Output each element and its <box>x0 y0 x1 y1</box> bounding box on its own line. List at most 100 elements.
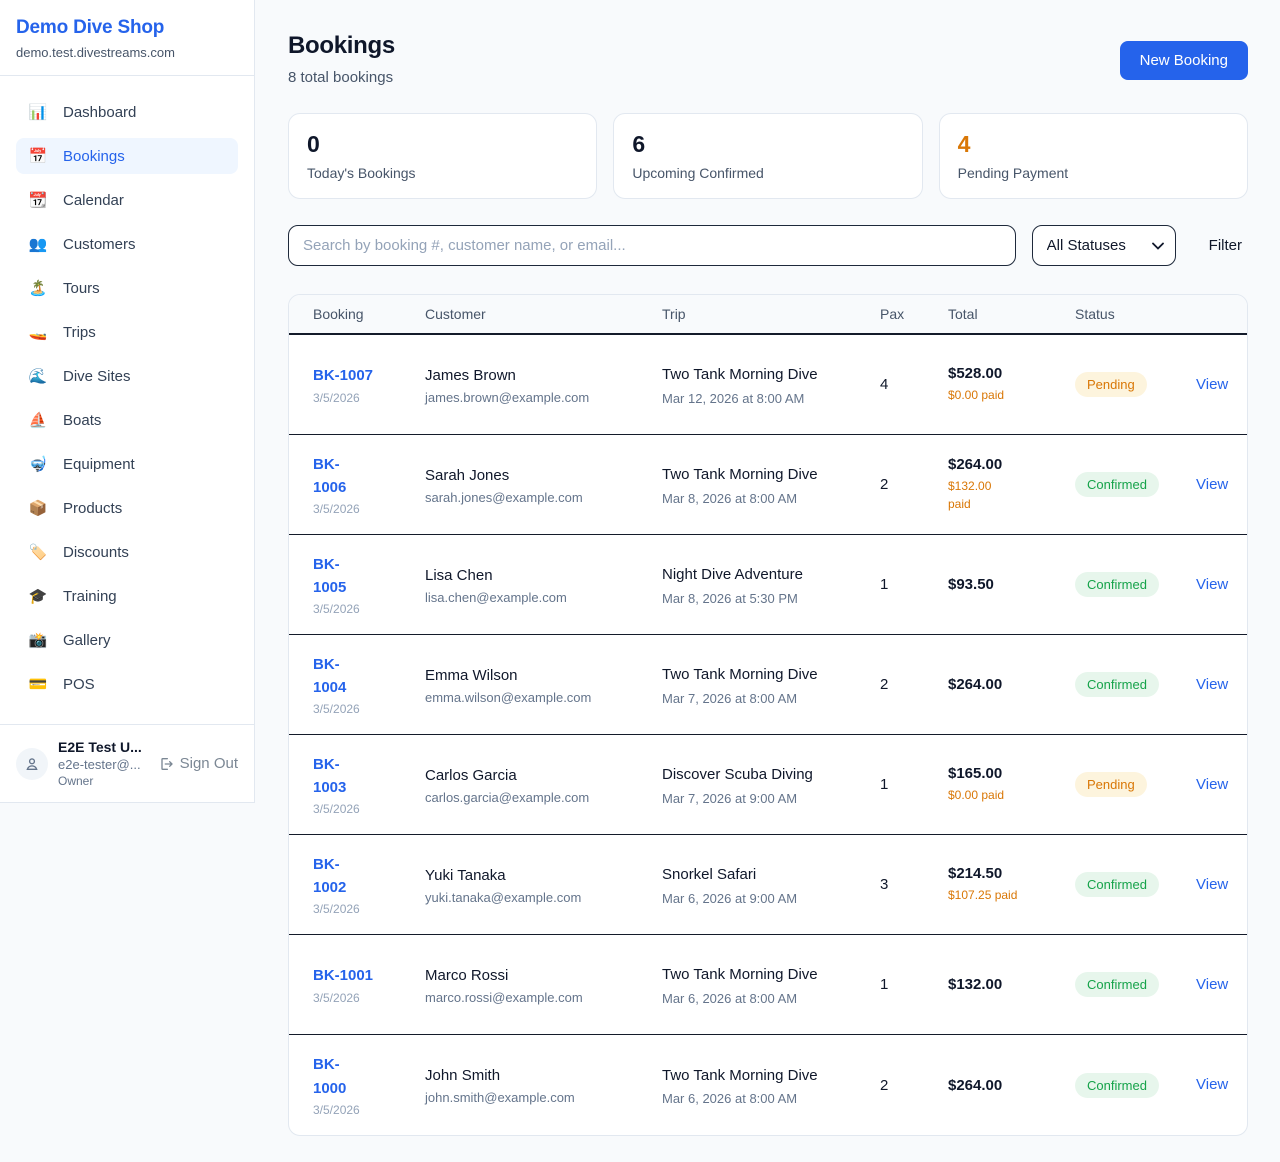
sidebar-header: Demo Dive Shop demo.test.divestreams.com <box>0 0 254 76</box>
search-input[interactable] <box>288 225 1016 266</box>
customer-email: john.smith@example.com <box>425 1090 648 1105</box>
sidebar-item-label: Trips <box>63 324 96 341</box>
paid-amount: $132.00paid <box>948 477 1026 513</box>
customer-name: Lisa Chen <box>425 565 648 586</box>
products-package-icon: 📦 <box>28 499 48 517</box>
gallery-camera-icon: 📸 <box>28 631 48 649</box>
sidebar-item-tours[interactable]: 🏝️ Tours <box>16 270 238 306</box>
view-link[interactable]: View <box>1196 376 1228 393</box>
sign-out-icon <box>158 756 174 772</box>
booking-id-link[interactable]: BK-1002 <box>313 853 346 900</box>
pax-count: 3 <box>880 876 948 893</box>
customer-name: Marco Rossi <box>425 965 648 986</box>
total-amount: $264.00 <box>948 456 1075 473</box>
booking-date: 3/5/2026 <box>313 502 425 516</box>
page-title: Bookings <box>288 32 395 60</box>
status-badge: Confirmed <box>1075 1073 1159 1098</box>
bookings-table: BookingCustomerTripPaxTotalStatus BK-100… <box>288 294 1248 1136</box>
sidebar-item-bookings[interactable]: 📅 Bookings <box>16 138 238 174</box>
pax-count: 1 <box>880 576 948 593</box>
stats-row: 0 Today's Bookings 6 Upcoming Confirmed … <box>288 113 1248 199</box>
total-amount: $528.00 <box>948 365 1075 382</box>
booking-date: 3/5/2026 <box>313 1103 425 1117</box>
user-email: e2e-tester@... <box>58 757 148 772</box>
status-badge: Confirmed <box>1075 872 1159 897</box>
equipment-mask-icon: 🤿 <box>28 455 48 473</box>
total-amount: $264.00 <box>948 676 1075 693</box>
trip-datetime: Mar 6, 2026 at 8:00 AM <box>662 1091 880 1106</box>
sidebar-item-pos[interactable]: 💳 POS <box>16 666 238 702</box>
sign-out-label: Sign Out <box>180 755 238 772</box>
customer-email: sarah.jones@example.com <box>425 490 648 505</box>
booking-id-link[interactable]: BK-1003 <box>313 753 346 800</box>
dive-sites-wave-icon: 🌊 <box>28 367 48 385</box>
sidebar-item-boats[interactable]: ⛵ Boats <box>16 402 238 438</box>
sidebar-item-gallery[interactable]: 📸 Gallery <box>16 622 238 658</box>
sidebar-item-calendar[interactable]: 📆 Calendar <box>16 182 238 218</box>
booking-id-link[interactable]: BK-1004 <box>313 653 346 700</box>
new-booking-button[interactable]: New Booking <box>1120 41 1248 80</box>
booking-id-link[interactable]: BK-1006 <box>313 453 346 500</box>
stat-value: 4 <box>958 131 1229 158</box>
sidebar-item-discounts[interactable]: 🏷️ Discounts <box>16 534 238 570</box>
view-link[interactable]: View <box>1196 676 1228 693</box>
table-row: BK-1005 3/5/2026 Lisa Chen lisa.chen@exa… <box>289 535 1247 635</box>
pax-count: 1 <box>880 976 948 993</box>
table-row: BK-1000 3/5/2026 John Smith john.smith@e… <box>289 1035 1247 1135</box>
sign-out-button[interactable]: Sign Out <box>158 755 238 772</box>
sidebar-item-label: Discounts <box>63 544 129 561</box>
sidebar-item-products[interactable]: 📦 Products <box>16 490 238 526</box>
sidebar-item-label: Customers <box>63 236 136 253</box>
pax-count: 2 <box>880 1077 948 1094</box>
sidebar-user-section: E2E Test U... e2e-tester@... Owner Sign … <box>0 724 254 802</box>
trips-speedboat-icon: 🚤 <box>28 323 48 341</box>
customer-email: carlos.garcia@example.com <box>425 790 648 805</box>
booking-id-link[interactable]: BK-1001 <box>313 964 373 987</box>
pos-card-icon: 💳 <box>28 675 48 693</box>
view-link[interactable]: View <box>1196 1076 1228 1093</box>
trip-name: Snorkel Safari <box>662 863 827 886</box>
view-link[interactable]: View <box>1196 976 1228 993</box>
sidebar-item-label: Gallery <box>63 632 111 649</box>
booking-id-link[interactable]: BK-1000 <box>313 1053 346 1100</box>
shop-domain: demo.test.divestreams.com <box>16 45 238 60</box>
table-row: BK-1004 3/5/2026 Emma Wilson emma.wilson… <box>289 635 1247 735</box>
booking-id-link[interactable]: BK-1007 <box>313 364 373 387</box>
user-meta: E2E Test U... e2e-tester@... Owner <box>58 739 148 788</box>
status-badge: Confirmed <box>1075 972 1159 997</box>
total-bookings-count: 8 total bookings <box>288 69 395 86</box>
view-link[interactable]: View <box>1196 476 1228 493</box>
column-header-pax: Pax <box>880 306 948 322</box>
column-header-customer: Customer <box>425 306 662 322</box>
pax-count: 2 <box>880 476 948 493</box>
training-gradcap-icon: 🎓 <box>28 587 48 605</box>
dashboard-chart-icon: 📊 <box>28 103 48 121</box>
view-link[interactable]: View <box>1196 776 1228 793</box>
pax-count: 2 <box>880 676 948 693</box>
stat-label: Pending Payment <box>958 165 1229 181</box>
sidebar-item-customers[interactable]: 👥 Customers <box>16 226 238 262</box>
view-link[interactable]: View <box>1196 876 1228 893</box>
column-header-total: Total <box>948 306 1075 322</box>
trip-name: Two Tank Morning Dive <box>662 1064 827 1087</box>
sidebar-item-dive-sites[interactable]: 🌊 Dive Sites <box>16 358 238 394</box>
sidebar-item-training[interactable]: 🎓 Training <box>16 578 238 614</box>
sidebar-item-label: Calendar <box>63 192 124 209</box>
booking-date: 3/5/2026 <box>313 991 425 1005</box>
boats-sailboat-icon: ⛵ <box>28 411 48 429</box>
booking-id-link[interactable]: BK-1005 <box>313 553 346 600</box>
total-amount: $93.50 <box>948 576 1075 593</box>
stat-value: 0 <box>307 131 578 158</box>
filter-button[interactable]: Filter <box>1203 233 1248 258</box>
sidebar-item-equipment[interactable]: 🤿 Equipment <box>16 446 238 482</box>
status-filter-select[interactable]: All Statuses <box>1032 225 1176 266</box>
customer-name: Sarah Jones <box>425 465 648 486</box>
status-badge: Confirmed <box>1075 672 1159 697</box>
shop-name: Demo Dive Shop <box>16 17 238 39</box>
view-link[interactable]: View <box>1196 576 1228 593</box>
trip-datetime: Mar 7, 2026 at 8:00 AM <box>662 691 880 706</box>
stat-card: 0 Today's Bookings <box>288 113 597 199</box>
sidebar-item-dashboard[interactable]: 📊 Dashboard <box>16 94 238 130</box>
booking-date: 3/5/2026 <box>313 802 425 816</box>
sidebar-item-trips[interactable]: 🚤 Trips <box>16 314 238 350</box>
